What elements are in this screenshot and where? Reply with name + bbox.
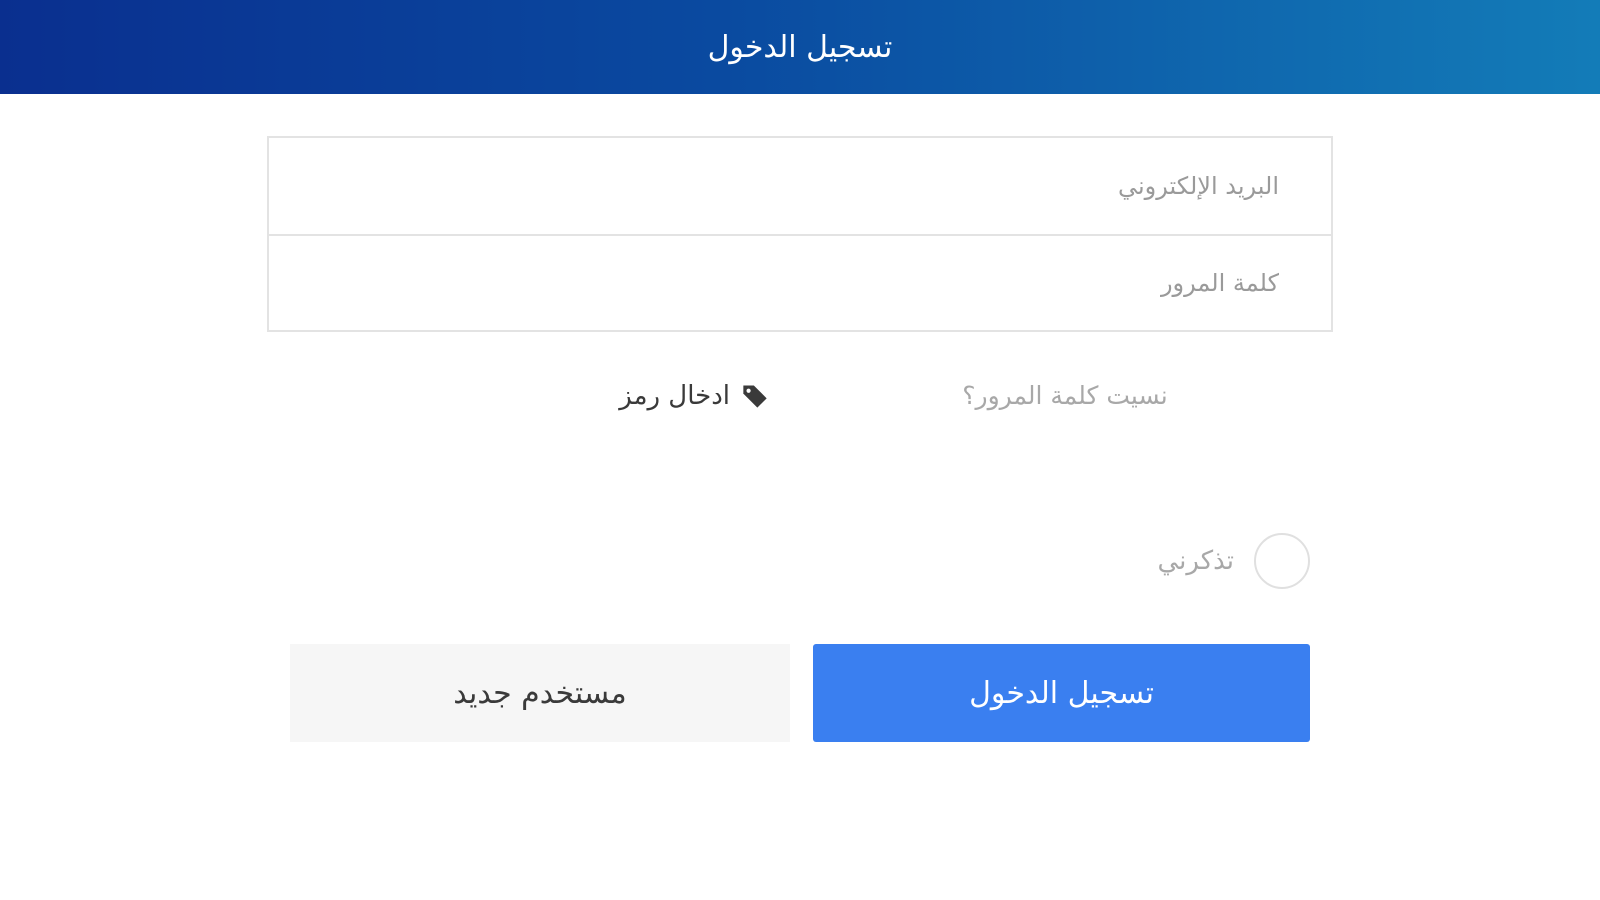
login-button[interactable]: تسجيل الدخول — [813, 644, 1310, 742]
remember-me-radio[interactable] — [1254, 533, 1310, 589]
tag-icon — [740, 381, 770, 411]
enter-code-label: ادخال رمز — [619, 381, 730, 411]
page-title: تسجيل الدخول — [707, 29, 893, 65]
new-user-button[interactable]: مستخدم جديد — [290, 644, 790, 742]
forgot-password-link[interactable]: نسيت كلمة المرور؟ — [945, 372, 1185, 420]
email-field-row — [269, 138, 1331, 234]
remember-me-row: تذكرني — [1110, 530, 1310, 592]
enter-code-link[interactable]: ادخال رمز — [600, 372, 770, 420]
password-field[interactable] — [269, 236, 1331, 330]
links-row: نسيت كلمة المرور؟ ادخال رمز — [0, 372, 1600, 420]
remember-me-label: تذكرني — [1157, 546, 1234, 576]
email-field[interactable] — [269, 138, 1331, 234]
password-field-row — [269, 234, 1331, 330]
login-form — [267, 136, 1333, 332]
header-bar: تسجيل الدخول — [0, 0, 1600, 94]
